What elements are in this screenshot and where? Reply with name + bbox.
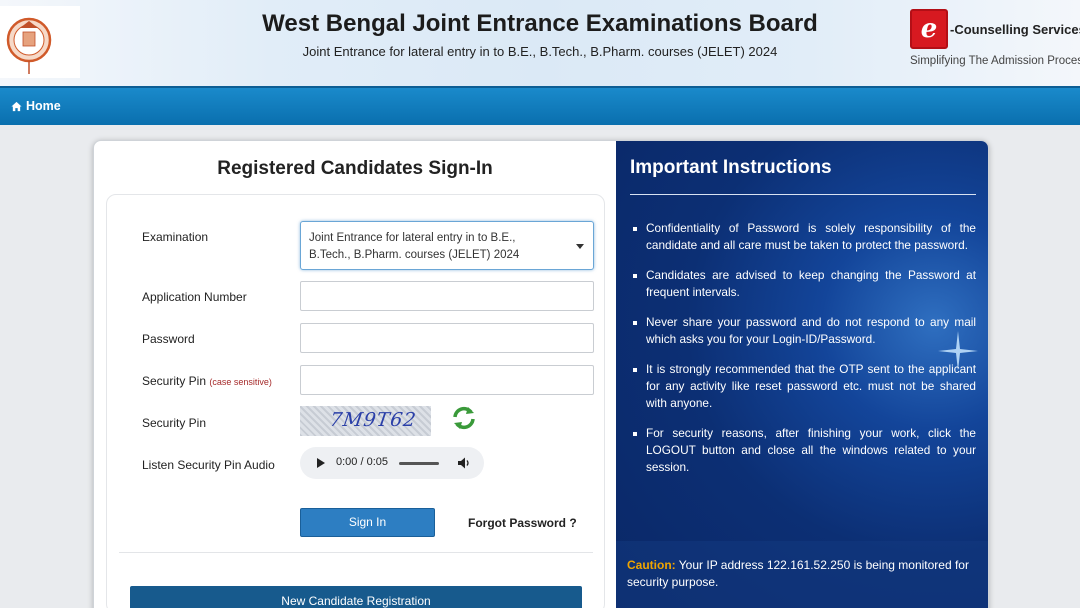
- caution-text: Your IP address 122.161.52.250 is being …: [627, 558, 969, 589]
- instructions-title: Important Instructions: [630, 157, 832, 178]
- security-pin-label-text: Security Pin: [142, 374, 207, 388]
- instruction-item: It is strongly recommended that the OTP …: [633, 361, 976, 412]
- play-icon[interactable]: [317, 458, 325, 468]
- instructions-list: Confidentiality of Password is solely re…: [633, 220, 976, 489]
- audio-progress-track[interactable]: [399, 462, 439, 465]
- instruction-item: Confidentiality of Password is solely re…: [633, 220, 976, 254]
- examination-select[interactable]: Joint Entrance for lateral entry in to B…: [300, 221, 594, 270]
- security-pin-label: Security Pin (case sensitive): [142, 374, 272, 388]
- instructions-divider: [630, 194, 976, 195]
- password-input[interactable]: [300, 323, 594, 353]
- nav-home-label: Home: [26, 99, 61, 113]
- signin-title: Registered Candidates Sign-In: [217, 158, 493, 179]
- instruction-item: Candidates are advised to keep changing …: [633, 267, 976, 301]
- caution-label: Caution:: [627, 558, 676, 572]
- instruction-item: Never share your password and do not res…: [633, 314, 976, 348]
- caution-notice: Caution: Your IP address 122.161.52.250 …: [627, 557, 987, 591]
- case-sensitive-hint: (case sensitive): [209, 377, 272, 387]
- forgot-password-link[interactable]: Forgot Password ?: [468, 516, 577, 530]
- application-number-input[interactable]: [300, 281, 594, 311]
- e-counselling-badge: e: [910, 9, 948, 49]
- instructions-pane: Important Instructions Confidentiality o…: [616, 141, 988, 608]
- e-counselling-tagline: Simplifying The Admission Process: [910, 55, 1080, 67]
- audio-label: Listen Security Pin Audio: [142, 458, 275, 472]
- password-label: Password: [142, 332, 195, 346]
- e-counselling-logo: e -Counselling Services Simplifying The …: [908, 6, 1080, 76]
- signin-form-panel: Examination Joint Entrance for lateral e…: [106, 194, 605, 608]
- application-number-label: Application Number: [142, 290, 247, 304]
- captcha-image: 7M9T62: [300, 406, 431, 436]
- site-header: West Bengal Joint Entrance Examinations …: [0, 0, 1080, 86]
- captcha-label: Security Pin: [142, 416, 207, 430]
- security-pin-audio-player: 0:00 / 0:05: [300, 447, 484, 479]
- examination-selected-value: Joint Entrance for lateral entry in to B…: [309, 232, 520, 261]
- volume-icon[interactable]: [457, 456, 471, 470]
- login-card: Registered Candidates Sign-In Examinatio…: [93, 140, 989, 608]
- home-icon: [11, 101, 22, 111]
- examination-label: Examination: [142, 230, 209, 244]
- instruction-item: For security reasons, after finishing yo…: [633, 425, 976, 476]
- security-pin-input[interactable]: [300, 365, 594, 395]
- chevron-down-icon: [576, 244, 584, 249]
- form-divider: [119, 552, 593, 553]
- e-counselling-text: -Counselling Services: [950, 22, 1080, 37]
- signin-button[interactable]: Sign In: [300, 508, 435, 537]
- signin-pane: Registered Candidates Sign-In Examinatio…: [94, 141, 616, 608]
- refresh-captcha-icon[interactable]: [450, 404, 478, 432]
- audio-time: 0:00 / 0:05: [336, 456, 388, 468]
- nav-home-link[interactable]: Home: [11, 99, 61, 113]
- new-candidate-registration-button[interactable]: New Candidate Registration: [130, 586, 582, 608]
- top-nav-bar: Home: [0, 86, 1080, 125]
- captcha-text: 7M9T62: [328, 409, 419, 431]
